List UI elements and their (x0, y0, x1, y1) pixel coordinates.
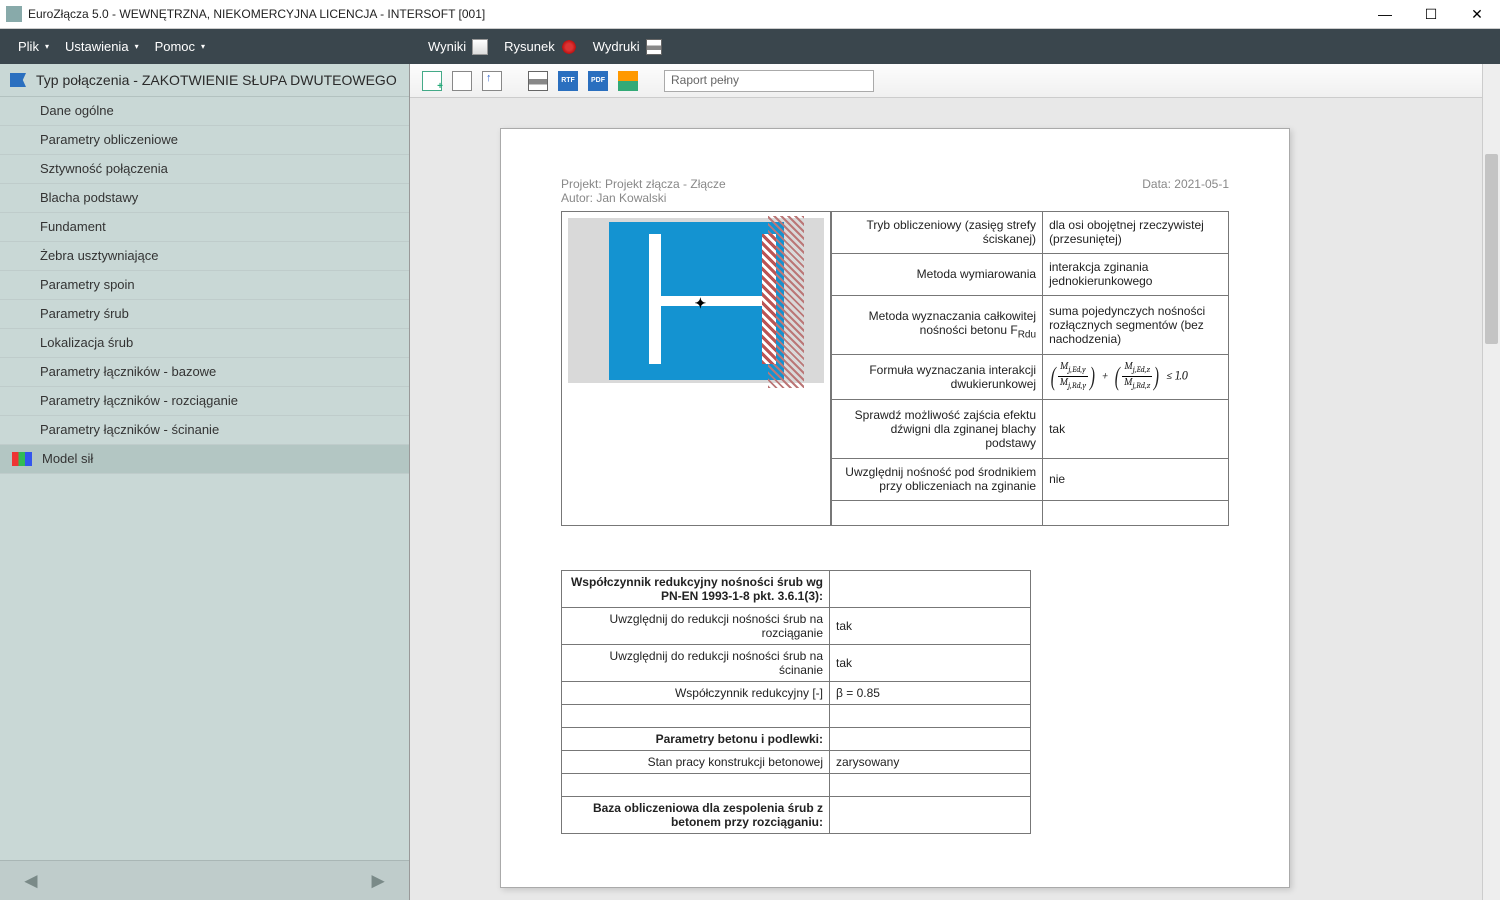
t2-r2-v: β = 0.85 (830, 682, 1031, 705)
t1-r5-label: Uwzględnij nośność pod środnikiem przy o… (832, 458, 1043, 500)
sidebar-item-laczniki-bazowe[interactable]: Parametry łączników - bazowe (0, 358, 409, 387)
export-rtf-button[interactable]: RTF (558, 71, 578, 91)
t2b-gap-r (830, 774, 1031, 797)
sidebar-header[interactable]: Typ połączenia - ZAKOTWIENIE SŁUPA DWUTE… (0, 64, 409, 97)
t1-r1-value: interakcja zginania jednokierunkowego (1043, 253, 1229, 295)
doc-export-button[interactable] (482, 71, 502, 91)
sidebar-item-parametry-obliczeniowe[interactable]: Parametry obliczeniowe (0, 126, 409, 155)
author-value: Jan Kowalski (596, 191, 666, 205)
t2-r2-l: Współczynnik redukcyjny [-] (562, 682, 830, 705)
app-icon (6, 6, 22, 22)
report-toolbar: RTF PDF Raport pełny (410, 64, 1500, 98)
menu-drawing[interactable]: Rysunek (496, 29, 585, 64)
project-value: Projekt złącza - Złącze (605, 177, 726, 191)
t1-r5-value: nie (1043, 458, 1229, 500)
menu-help[interactable]: Pomoc▾ (147, 29, 213, 64)
chart-icon (472, 39, 488, 55)
menubar: Plik▾ Ustawienia▾ Pomoc▾ Wyniki Rysunek … (0, 29, 1500, 64)
sidebar-footer: ◄ ► (0, 860, 409, 900)
parameters-table-2: Współczynnik redukcyjny nośności śrub wg… (561, 570, 1031, 834)
t1-empty-r (1043, 500, 1229, 525)
report-type-dropdown[interactable]: Raport pełny (664, 70, 874, 92)
t1-empty-l (832, 500, 1043, 525)
flag-icon (10, 73, 26, 87)
sidebar-item-dane-ogolne[interactable]: Dane ogólne (0, 97, 409, 126)
model-icon (12, 452, 32, 466)
t1-r2-label: Metoda wyznaczania całkowitej nośności b… (832, 295, 1043, 354)
sidebar: Typ połączenia - ZAKOTWIENIE SŁUPA DWUTE… (0, 64, 410, 900)
sidebar-item-lokalizacja-srub[interactable]: Lokalizacja śrub (0, 329, 409, 358)
t2-gap-l (562, 705, 830, 728)
draw-icon (561, 39, 577, 55)
date-value: 2021-05-1 (1174, 177, 1229, 191)
t1-r1-label: Metoda wymiarowania (832, 253, 1043, 295)
sidebar-item-blacha[interactable]: Blacha podstawy (0, 184, 409, 213)
print-button[interactable] (528, 71, 548, 91)
t2-r1-l: Uwzględnij do redukcji nośności śrub na … (562, 645, 830, 682)
nav-prev-button[interactable]: ◄ (20, 868, 42, 894)
t2b-r0-v: zarysowany (830, 751, 1031, 774)
sidebar-item-sztywnosc[interactable]: Sztywność połączenia (0, 155, 409, 184)
t2b-hdr: Parametry betonu i podlewki: (562, 728, 830, 751)
parameters-table-1: Tryb obliczeniowy (zasięg strefy ściskan… (831, 211, 1229, 526)
sidebar-item-laczniki-rozc[interactable]: Parametry łączników - rozciąganie (0, 387, 409, 416)
t2b-gap-l (562, 774, 830, 797)
project-label: Projekt: (561, 177, 602, 191)
maximize-button[interactable]: ☐ (1408, 0, 1454, 29)
scrollbar-thumb[interactable] (1485, 154, 1498, 344)
export-image-button[interactable] (618, 71, 638, 91)
t2-r0-l: Uwzględnij do redukcji nośności śrub na … (562, 608, 830, 645)
t1-r3-value: (Mj,Ed,yMj,Rd,y) + (Mj,Ed,zMj,Rd,z) ≤ 1.… (1043, 354, 1229, 400)
sidebar-item-sruby[interactable]: Parametry śrub (0, 300, 409, 329)
t1-r4-value: tak (1043, 400, 1229, 459)
sidebar-item-model-sil[interactable]: Model sił (0, 445, 409, 474)
diagram-box: ✦ (561, 211, 831, 526)
window-controls: — ☐ ✕ (1362, 0, 1500, 29)
t2b-hdr-r (830, 728, 1031, 751)
menu-file[interactable]: Plik▾ (10, 29, 57, 64)
sidebar-item-zebra[interactable]: Żebra usztywniające (0, 242, 409, 271)
page-viewport: Projekt: Projekt złącza - Złącze Autor: … (410, 98, 1500, 900)
print-icon (646, 39, 662, 55)
t2b-r0-l: Stan pracy konstrukcji betonowej (562, 751, 830, 774)
t2c-hdr-r (830, 797, 1031, 834)
t1-r0-value: dla osi obojętnej rzeczywistej (przesuni… (1043, 212, 1229, 254)
menu-results[interactable]: Wyniki (420, 29, 496, 64)
t2-hdr: Współczynnik redukcyjny nośności śrub wg… (562, 571, 830, 608)
t2c-hdr: Baza obliczeniowa dla zespolenia śrub z … (562, 797, 830, 834)
date-label: Data: (1142, 177, 1171, 191)
window-title: EuroZłącza 5.0 - WEWNĘTRZNA, NIEKOMERCYJ… (28, 7, 1362, 21)
new-doc-button[interactable] (422, 71, 442, 91)
t1-r3-label: Formuła wyznaczania interakcji dwukierun… (832, 354, 1043, 400)
menu-printouts[interactable]: Wydruki (585, 29, 670, 64)
t1-r0-label: Tryb obliczeniowy (zasięg strefy ściskan… (832, 212, 1043, 254)
t2-gap-r (830, 705, 1031, 728)
t2-r0-v: tak (830, 608, 1031, 645)
close-button[interactable]: ✕ (1454, 0, 1500, 29)
doc-button[interactable] (452, 71, 472, 91)
t2-hdr-r (830, 571, 1031, 608)
vertical-scrollbar[interactable] (1482, 64, 1500, 900)
menu-settings[interactable]: Ustawienia▾ (57, 29, 147, 64)
steel-diagram: ✦ (609, 222, 784, 380)
author-label: Autor: (561, 191, 593, 205)
sidebar-header-label: Typ połączenia - ZAKOTWIENIE SŁUPA DWUTE… (36, 72, 397, 88)
content-area: RTF PDF Raport pełny Projekt: Projekt zł… (410, 64, 1500, 900)
sidebar-item-spoiny[interactable]: Parametry spoin (0, 271, 409, 300)
minimize-button[interactable]: — (1362, 0, 1408, 29)
report-page: Projekt: Projekt złącza - Złącze Autor: … (500, 128, 1290, 888)
sidebar-item-label: Model sił (42, 451, 93, 467)
sidebar-item-laczniki-scin[interactable]: Parametry łączników - ścinanie (0, 416, 409, 445)
titlebar: EuroZłącza 5.0 - WEWNĘTRZNA, NIEKOMERCYJ… (0, 0, 1500, 29)
sidebar-item-fundament[interactable]: Fundament (0, 213, 409, 242)
nav-next-button[interactable]: ► (367, 868, 389, 894)
t2-r1-v: tak (830, 645, 1031, 682)
export-pdf-button[interactable]: PDF (588, 71, 608, 91)
t1-r4-label: Sprawdź możliwość zajścia efektu dźwigni… (832, 400, 1043, 459)
t1-r2-value: suma pojedynczych nośności rozłącznych s… (1043, 295, 1229, 354)
